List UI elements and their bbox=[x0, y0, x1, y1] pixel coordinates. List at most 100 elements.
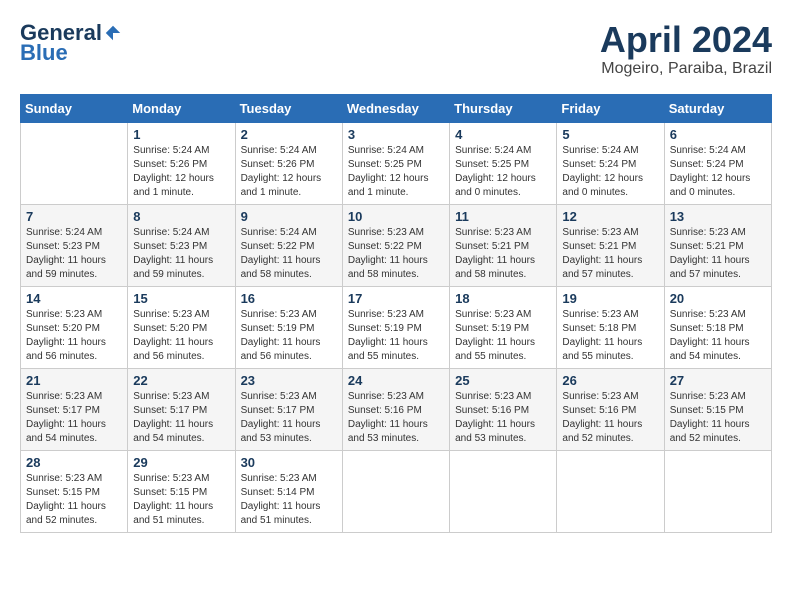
calendar-cell: 13 Sunrise: 5:23 AMSunset: 5:21 PMDayligh… bbox=[664, 204, 771, 286]
calendar-week-row: 1Sunrise: 5:24 AMSunset: 5:26 PMDaylight… bbox=[21, 122, 772, 204]
weekday-header-monday: Monday bbox=[128, 94, 235, 122]
page-header: General Blue April 2024 Mogeiro, Paraiba… bbox=[20, 20, 772, 78]
day-number: 18 bbox=[455, 291, 551, 306]
title-block: April 2024 Mogeiro, Paraiba, Brazil bbox=[600, 20, 772, 78]
calendar-cell: 17Sunrise: 5:23 AMSunset: 5:19 PMDayligh… bbox=[342, 286, 449, 368]
location-text: Mogeiro, Paraiba, Brazil bbox=[600, 60, 772, 78]
weekday-header-tuesday: Tuesday bbox=[235, 94, 342, 122]
day-info: Sunrise: 5:24 AMSunset: 5:24 PMDaylight:… bbox=[670, 144, 766, 200]
calendar-week-row: 7 Sunrise: 5:24 AMSunset: 5:23 PMDaylight… bbox=[21, 204, 772, 286]
calendar-cell: 4Sunrise: 5:24 AMSunset: 5:25 PMDaylight… bbox=[450, 122, 557, 204]
calendar-cell: 14Sunrise: 5:23 AMSunset: 5:20 PMDayligh… bbox=[21, 286, 128, 368]
day-info: Sunrise: 5:23 AMSunset: 5:17 PMDaylight:… bbox=[133, 390, 229, 446]
day-number: 6 bbox=[670, 127, 766, 142]
day-info: Sunrise: 5:23 AMSunset: 5:19 PMDaylight:… bbox=[455, 308, 551, 364]
calendar-cell: 18 Sunrise: 5:23 AMSunset: 5:19 PMDayligh… bbox=[450, 286, 557, 368]
calendar-cell: 23 Sunrise: 5:23 AMSunset: 5:17 PMDayligh… bbox=[235, 368, 342, 450]
calendar-cell: 21 Sunrise: 5:23 AMSunset: 5:17 PMDayligh… bbox=[21, 368, 128, 450]
day-number: 25 bbox=[455, 373, 551, 388]
day-info: Sunrise: 5:23 AMSunset: 5:21 PMDaylight:… bbox=[562, 226, 658, 282]
day-info: Sunrise: 5:23 AMSunset: 5:16 PMDaylight:… bbox=[455, 390, 551, 446]
weekday-header-sunday: Sunday bbox=[21, 94, 128, 122]
day-info: Sunrise: 5:23 AMSunset: 5:15 PMDaylight:… bbox=[26, 472, 122, 528]
calendar-cell: 28 Sunrise: 5:23 AMSunset: 5:15 PMDayligh… bbox=[21, 450, 128, 532]
logo-blue-text: Blue bbox=[20, 40, 68, 66]
day-info: Sunrise: 5:24 AMSunset: 5:26 PMDaylight:… bbox=[133, 144, 229, 200]
weekday-header-saturday: Saturday bbox=[664, 94, 771, 122]
day-number: 2 bbox=[241, 127, 337, 142]
calendar-cell: 26 Sunrise: 5:23 AMSunset: 5:16 PMDayligh… bbox=[557, 368, 664, 450]
day-number: 14 bbox=[26, 291, 122, 306]
day-info: Sunrise: 5:23 AMSunset: 5:19 PMDaylight:… bbox=[241, 308, 337, 364]
calendar-cell: 25 Sunrise: 5:23 AMSunset: 5:16 PMDayligh… bbox=[450, 368, 557, 450]
day-number: 10 bbox=[348, 209, 444, 224]
calendar-week-row: 21 Sunrise: 5:23 AMSunset: 5:17 PMDayligh… bbox=[21, 368, 772, 450]
day-number: 9 bbox=[241, 209, 337, 224]
day-number: 4 bbox=[455, 127, 551, 142]
calendar-cell bbox=[450, 450, 557, 532]
day-info: Sunrise: 5:23 AMSunset: 5:16 PMDaylight:… bbox=[562, 390, 658, 446]
day-number: 29 bbox=[133, 455, 229, 470]
day-number: 11 bbox=[455, 209, 551, 224]
day-info: Sunrise: 5:23 AMSunset: 5:22 PMDaylight:… bbox=[348, 226, 444, 282]
day-number: 16 bbox=[241, 291, 337, 306]
day-number: 5 bbox=[562, 127, 658, 142]
calendar-cell: 1Sunrise: 5:24 AMSunset: 5:26 PMDaylight… bbox=[128, 122, 235, 204]
day-info: Sunrise: 5:23 AMSunset: 5:16 PMDaylight:… bbox=[348, 390, 444, 446]
day-number: 3 bbox=[348, 127, 444, 142]
weekday-header-wednesday: Wednesday bbox=[342, 94, 449, 122]
calendar-cell: 24 Sunrise: 5:23 AMSunset: 5:16 PMDayligh… bbox=[342, 368, 449, 450]
calendar-week-row: 14 Sunrise: 5:23 AMSunset: 5:20 PMDayligh… bbox=[21, 286, 772, 368]
calendar-cell: 5 Sunrise: 5:24 AMSunset: 5:24 PMDaylight… bbox=[557, 122, 664, 204]
day-info: Sunrise: 5:23 AMSunset: 5:14 PMDaylight:… bbox=[241, 472, 337, 528]
calendar-cell bbox=[664, 450, 771, 532]
day-info: Sunrise: 5:24 AMSunset: 5:25 PMDaylight:… bbox=[348, 144, 444, 200]
calendar-cell: 20Sunrise: 5:23 AMSunset: 5:18 PMDayligh… bbox=[664, 286, 771, 368]
day-info: Sunrise: 5:24 AMSunset: 5:24 PMDaylight:… bbox=[562, 144, 658, 200]
calendar-cell: 7 Sunrise: 5:24 AMSunset: 5:23 PMDaylight… bbox=[21, 204, 128, 286]
calendar-cell: 15 Sunrise: 5:23 AMSunset: 5:20 PMDayligh… bbox=[128, 286, 235, 368]
day-info: Sunrise: 5:23 AMSunset: 5:17 PMDaylight:… bbox=[241, 390, 337, 446]
day-info: Sunrise: 5:23 AMSunset: 5:17 PMDaylight:… bbox=[26, 390, 122, 446]
day-number: 24 bbox=[348, 373, 444, 388]
calendar-cell: 16 Sunrise: 5:23 AMSunset: 5:19 PMDayligh… bbox=[235, 286, 342, 368]
day-info: Sunrise: 5:24 AMSunset: 5:23 PMDaylight:… bbox=[26, 226, 122, 282]
calendar-cell: 10 Sunrise: 5:23 AMSunset: 5:22 PMDayligh… bbox=[342, 204, 449, 286]
calendar-table: SundayMondayTuesdayWednesdayThursdayFrid… bbox=[20, 94, 772, 533]
day-info: Sunrise: 5:23 AMSunset: 5:21 PMDaylight:… bbox=[670, 226, 766, 282]
calendar-cell: 27 Sunrise: 5:23 AMSunset: 5:15 PMDayligh… bbox=[664, 368, 771, 450]
day-number: 26 bbox=[562, 373, 658, 388]
day-number: 12 bbox=[562, 209, 658, 224]
calendar-cell bbox=[557, 450, 664, 532]
day-info: Sunrise: 5:23 AMSunset: 5:19 PMDaylight:… bbox=[348, 308, 444, 364]
day-number: 30 bbox=[241, 455, 337, 470]
day-number: 27 bbox=[670, 373, 766, 388]
day-info: Sunrise: 5:23 AMSunset: 5:15 PMDaylight:… bbox=[133, 472, 229, 528]
weekday-header-thursday: Thursday bbox=[450, 94, 557, 122]
day-number: 8 bbox=[133, 209, 229, 224]
calendar-cell bbox=[342, 450, 449, 532]
day-number: 23 bbox=[241, 373, 337, 388]
day-number: 21 bbox=[26, 373, 122, 388]
day-info: Sunrise: 5:23 AMSunset: 5:15 PMDaylight:… bbox=[670, 390, 766, 446]
calendar-cell: 19 Sunrise: 5:23 AMSunset: 5:18 PMDayligh… bbox=[557, 286, 664, 368]
calendar-cell: 3 Sunrise: 5:24 AMSunset: 5:25 PMDaylight… bbox=[342, 122, 449, 204]
calendar-cell bbox=[21, 122, 128, 204]
weekday-header-friday: Friday bbox=[557, 94, 664, 122]
day-number: 20 bbox=[670, 291, 766, 306]
calendar-cell: 2Sunrise: 5:24 AMSunset: 5:26 PMDaylight… bbox=[235, 122, 342, 204]
calendar-cell: 30 Sunrise: 5:23 AMSunset: 5:14 PMDayligh… bbox=[235, 450, 342, 532]
day-info: Sunrise: 5:23 AMSunset: 5:18 PMDaylight:… bbox=[562, 308, 658, 364]
logo: General Blue bbox=[20, 20, 122, 66]
day-number: 28 bbox=[26, 455, 122, 470]
day-number: 7 bbox=[26, 209, 122, 224]
day-info: Sunrise: 5:23 AMSunset: 5:20 PMDaylight:… bbox=[133, 308, 229, 364]
day-number: 15 bbox=[133, 291, 229, 306]
day-number: 13 bbox=[670, 209, 766, 224]
calendar-cell: 22 Sunrise: 5:23 AMSunset: 5:17 PMDayligh… bbox=[128, 368, 235, 450]
calendar-cell: 9 Sunrise: 5:24 AMSunset: 5:22 PMDaylight… bbox=[235, 204, 342, 286]
calendar-cell: 6 Sunrise: 5:24 AMSunset: 5:24 PMDaylight… bbox=[664, 122, 771, 204]
day-info: Sunrise: 5:24 AMSunset: 5:22 PMDaylight:… bbox=[241, 226, 337, 282]
day-number: 22 bbox=[133, 373, 229, 388]
day-number: 19 bbox=[562, 291, 658, 306]
